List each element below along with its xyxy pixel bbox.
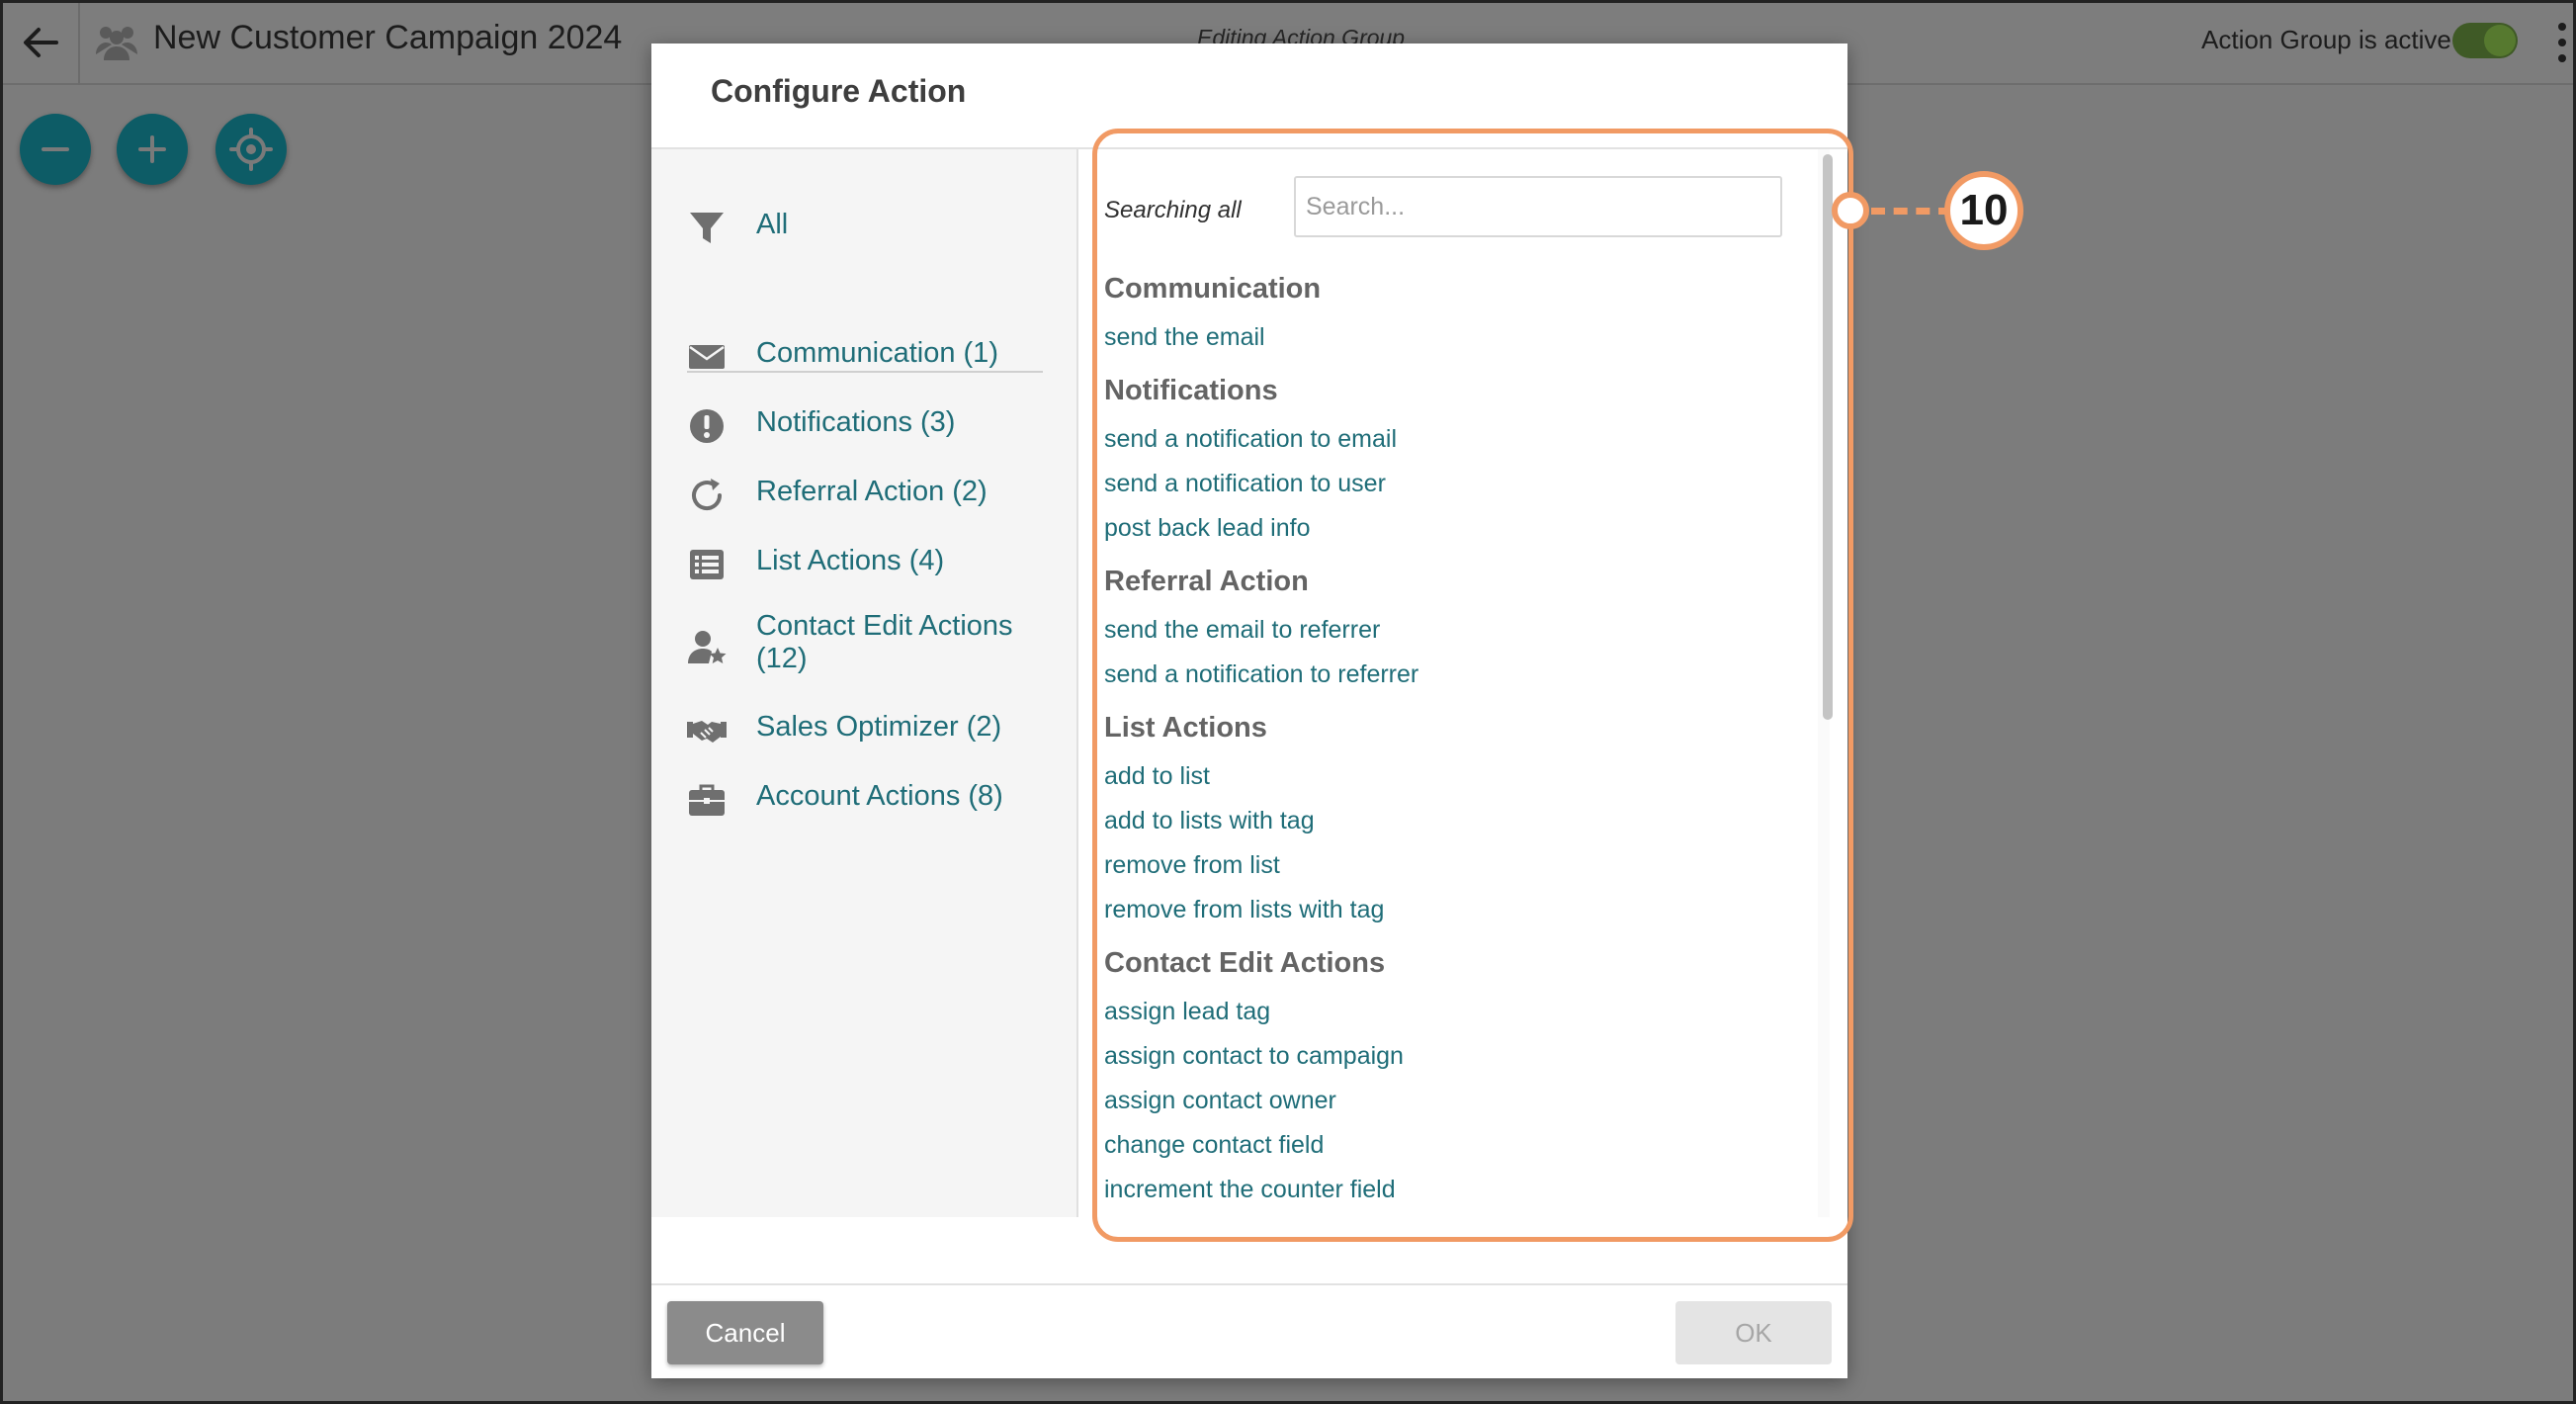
group-heading-contact-edit-actions: Contact Edit Actions [1104,947,1386,979]
action-item[interactable]: change contact field [1104,1131,1324,1160]
minus-icon [42,147,69,151]
envelope-icon [689,345,725,369]
modal-title: Configure Action [711,73,967,109]
search-input[interactable] [1294,176,1782,237]
group-heading-communication: Communication [1104,273,1322,305]
category-label: Contact Edit Actions (12) [756,610,1013,674]
action-item[interactable]: send a notification to email [1104,425,1397,454]
category-label: Notifications (3) [756,406,956,438]
zoom-in-button[interactable] [117,114,188,185]
search-label: Searching all [1104,197,1242,223]
group-heading-notifications: Notifications [1104,375,1278,406]
exclamation-circle-icon [690,409,724,443]
action-item[interactable]: send a notification to user [1104,470,1386,498]
people-icon [96,27,137,60]
group-heading-list-actions: List Actions [1104,712,1267,744]
ok-button[interactable]: OK [1675,1301,1832,1364]
action-list-pane[interactable]: Searching all Communication send the ema… [1078,149,1810,1217]
action-item[interactable]: increment the counter field [1104,1176,1396,1204]
callout-number-badge: 10 [1944,171,2023,250]
category-list-actions[interactable]: List Actions (4) [687,545,944,584]
handshake-icon [687,721,727,743]
category-label: Referral Action (2) [756,476,987,507]
callout-anchor-dot [1832,192,1869,229]
filter-icon [690,213,724,243]
briefcase-icon [689,784,725,816]
action-item[interactable]: send the email [1104,323,1265,352]
cancel-button[interactable]: Cancel [667,1301,823,1364]
callout-connector [1871,208,1952,215]
scrollbar-thumb[interactable] [1823,154,1833,720]
plus-icon [138,135,166,163]
kebab-menu-icon[interactable] [2557,21,2567,64]
action-item[interactable]: add to lists with tag [1104,807,1315,835]
action-item[interactable]: assign contact to campaign [1104,1042,1404,1071]
group-heading-referral-action: Referral Action [1104,566,1309,597]
recenter-button[interactable] [215,114,287,185]
category-label: Communication (1) [756,337,998,369]
category-communication[interactable]: Communication (1) [687,337,998,377]
action-item[interactable]: assign contact owner [1104,1087,1336,1115]
category-account-actions[interactable]: Account Actions (8) [687,780,1003,820]
action-item[interactable]: remove from list [1104,851,1280,880]
category-sales-optimizer[interactable]: Sales Optimizer (2) [687,711,1001,750]
toggle-knob [2484,25,2516,56]
category-label: All [756,209,789,240]
configure-action-modal: Configure Action All Communication (1) N… [651,44,1847,1378]
category-referral-action[interactable]: Referral Action (2) [687,476,987,515]
modal-footer-divider [651,1283,1847,1285]
category-all[interactable]: All [687,209,788,248]
target-icon [229,128,273,171]
action-item[interactable]: assign lead tag [1104,998,1270,1026]
action-item[interactable]: send the email to referrer [1104,616,1380,645]
category-contact-edit-actions[interactable]: Contact Edit Actions (12) [687,610,1053,675]
category-notifications[interactable]: Notifications (3) [687,406,955,446]
category-label: List Actions (4) [756,545,945,576]
list-icon [690,550,724,579]
active-toggle[interactable] [2452,23,2518,58]
action-item[interactable]: add to list [1104,762,1210,791]
page-title: New Customer Campaign 2024 [153,19,623,56]
user-star-icon [688,631,727,663]
refresh-icon [692,479,723,511]
category-pane: All Communication (1) Notifications (3) … [651,149,1076,1217]
category-label: Account Actions (8) [756,780,1003,812]
toolbar-divider [78,3,80,85]
zoom-out-button[interactable] [20,114,91,185]
back-arrow-icon[interactable] [17,19,64,66]
action-item[interactable]: remove from lists with tag [1104,896,1384,924]
action-item[interactable]: post back lead info [1104,514,1310,543]
action-item[interactable]: send a notification to referrer [1104,660,1418,689]
category-label: Sales Optimizer (2) [756,711,1002,743]
active-label: Action Group is active [2201,25,2451,54]
